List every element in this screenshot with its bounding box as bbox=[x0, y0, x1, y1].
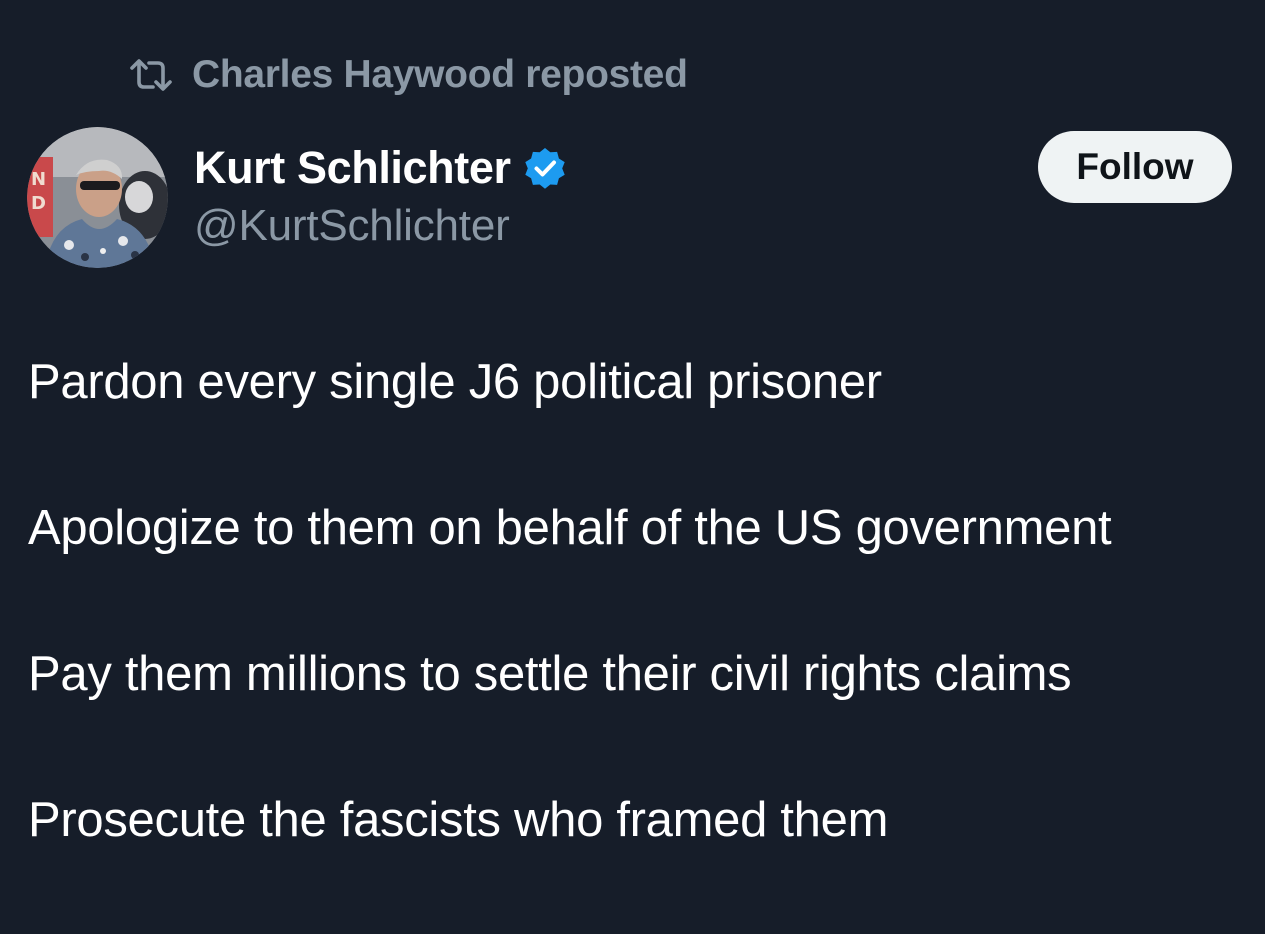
follow-button[interactable]: Follow bbox=[1038, 131, 1232, 203]
tweet-text: Pardon every single J6 political prisone… bbox=[28, 350, 1258, 934]
tweet-text-line: Pay them millions to settle their civil … bbox=[28, 647, 1072, 701]
author-handle[interactable]: @KurtSchlichter bbox=[194, 201, 510, 251]
repost-icon bbox=[128, 58, 174, 92]
tweet-text-line: Pardon every single J6 political prisone… bbox=[28, 355, 882, 409]
tweet-text-line: Apologize to them on behalf of the US go… bbox=[28, 501, 1112, 555]
verified-badge-icon[interactable] bbox=[523, 146, 567, 190]
repost-label: Charles Haywood reposted bbox=[192, 53, 688, 96]
svg-text:N: N bbox=[31, 169, 46, 190]
avatar[interactable]: N D bbox=[27, 127, 168, 268]
author-name-row[interactable]: Kurt Schlichter bbox=[194, 140, 567, 196]
tweet-text-line: Prosecute the fascists who framed them bbox=[28, 793, 889, 847]
svg-text:D: D bbox=[31, 193, 46, 214]
author-display-name[interactable]: Kurt Schlichter bbox=[194, 142, 511, 194]
repost-indicator[interactable]: Charles Haywood reposted bbox=[128, 50, 688, 100]
